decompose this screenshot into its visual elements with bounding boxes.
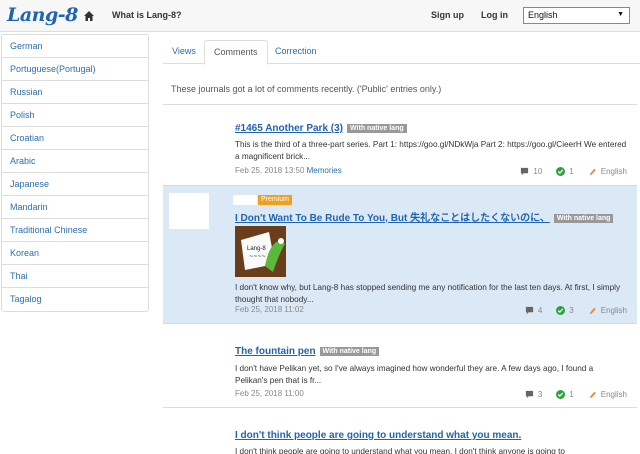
comment-count: 4 (537, 306, 543, 315)
sidebar-item-tagalog[interactable]: Tagalog (2, 288, 148, 311)
svg-text:~~~~: ~~~~ (249, 254, 266, 260)
entry-language: English (600, 306, 627, 315)
lang8-logo[interactable]: Lang-8 (7, 4, 78, 26)
entry-stats: 3 1 English (525, 390, 627, 399)
entry-title-text[interactable]: #1465 Another Park (3) (235, 123, 343, 134)
sidebar-item-mandarin[interactable]: Mandarin (2, 196, 148, 219)
entry-language: English (600, 390, 627, 399)
comment-icon (525, 306, 533, 315)
comment-icon (521, 167, 529, 176)
entry-date: Feb 25, 2018 13:50 Memories (235, 166, 342, 175)
tab-views[interactable]: Views (163, 40, 205, 64)
sidebar-item-portuguese[interactable]: Portuguese(Portugal) (2, 58, 148, 81)
correction-count: 1 (569, 390, 574, 399)
comment-count: 3 (537, 390, 543, 399)
memories-link[interactable]: Memories (307, 166, 342, 175)
entry-excerpt: I don't have Pelikan yet, so I've always… (235, 364, 594, 385)
native-lang-badge: With native lang (319, 347, 380, 356)
entry-excerpt: This is the third of a three-part series… (235, 140, 627, 161)
native-lang-badge: With native lang (347, 124, 407, 133)
language-select[interactable]: English ▼ (523, 7, 630, 24)
journal-entry: I don't think people are going to unders… (163, 408, 637, 454)
pencil-icon (589, 168, 596, 176)
entry-stats: 4 3 English (525, 306, 627, 315)
pencil-icon (589, 307, 596, 315)
entry-title-text[interactable]: I Don't Want To Be Rude To You, But 失礼なこ… (235, 213, 550, 224)
language-sidebar: German Portuguese(Portugal) Russian Poli… (1, 34, 149, 312)
entry-date: Feb 25, 2018 11:00 (235, 389, 304, 398)
home-button[interactable] (77, 0, 101, 32)
check-icon (556, 167, 566, 176)
sidebar-item-japanese[interactable]: Japanese (2, 173, 148, 196)
language-select-value: English (528, 10, 558, 20)
sidebar-item-german[interactable]: German (2, 35, 148, 58)
premium-badge: Premium (258, 195, 293, 205)
svg-text:Lang-8: Lang-8 (247, 246, 266, 252)
entry-language: English (600, 167, 627, 176)
sidebar-item-polish[interactable]: Polish (2, 104, 148, 127)
what-is-lang8-link[interactable]: What is Lang-8? (112, 10, 182, 20)
ranking-tabs: Views Comments Correction (163, 40, 640, 65)
sidebar-item-thai[interactable]: Thai (2, 265, 148, 288)
entry-title-link[interactable]: I Don't Want To Be Rude To You, But 失礼なこ… (235, 209, 614, 224)
correction-count: 3 (569, 306, 574, 315)
entry-excerpt: I don't know why, but Lang-8 has stopped… (235, 283, 621, 304)
log-in-link[interactable]: Log in (481, 10, 508, 20)
native-lang-badge: With native lang (553, 214, 614, 223)
sidebar-item-arabic[interactable]: Arabic (2, 150, 148, 173)
comment-icon (525, 390, 533, 399)
username-placeholder (233, 195, 257, 205)
home-icon (84, 11, 94, 21)
journal-entry: #1465 Another Park (3) With native lang T… (163, 105, 637, 185)
top-header: Lang-8 What is Lang-8? Sign up Log in En… (0, 0, 640, 32)
avatar[interactable] (169, 193, 209, 229)
notice-text: These journals got a lot of comments rec… (171, 84, 442, 94)
entry-thumbnail[interactable]: Lang-8 ~~~~ (235, 226, 286, 277)
sidebar-item-traditional-chinese[interactable]: Traditional Chinese (2, 219, 148, 242)
entry-title-text[interactable]: The fountain pen (235, 346, 316, 357)
comment-count: 10 (533, 167, 543, 176)
journal-entry-premium: Premium I Don't Want To Be Rude To You, … (163, 185, 637, 324)
tab-comments[interactable]: Comments (204, 40, 268, 65)
tab-correction[interactable]: Correction (266, 40, 326, 64)
check-icon (556, 390, 566, 399)
check-icon (556, 306, 566, 315)
thumbnail-image: Lang-8 ~~~~ (235, 226, 286, 277)
sidebar-item-croatian[interactable]: Croatian (2, 127, 148, 150)
entry-stats: 10 1 English (520, 167, 627, 176)
journal-entry: The fountain pen With native lang I don't… (163, 325, 637, 407)
entry-excerpt: I don't think people are going to unders… (235, 447, 565, 454)
entry-date: Feb 25, 2018 11:02 (235, 305, 304, 314)
sidebar-item-korean[interactable]: Korean (2, 242, 148, 265)
correction-count: 1 (569, 167, 574, 176)
sign-up-link[interactable]: Sign up (431, 10, 464, 20)
entry-title-link[interactable]: #1465 Another Park (3) With native lang (235, 123, 407, 134)
pencil-icon (589, 391, 596, 399)
entry-title-link[interactable]: The fountain pen With native lang (235, 346, 380, 357)
sidebar-item-russian[interactable]: Russian (2, 81, 148, 104)
entry-date-text: Feb 25, 2018 13:50 (235, 166, 305, 175)
chevron-down-icon: ▼ (617, 11, 624, 18)
entry-title-link[interactable]: I don't think people are going to unders… (235, 430, 521, 441)
